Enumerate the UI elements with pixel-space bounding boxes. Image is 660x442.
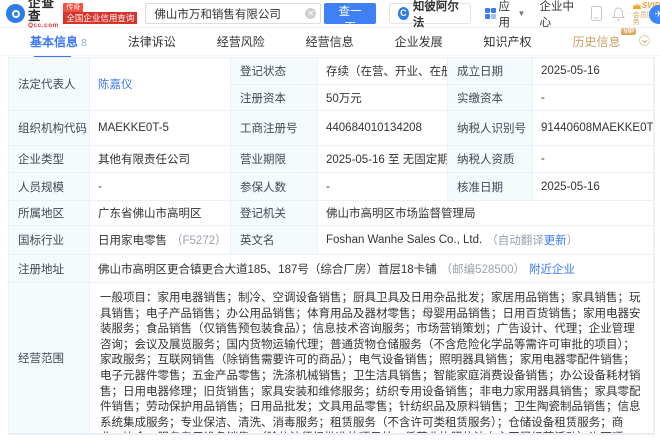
qcc-company-page: 企查查 Qcc.com 传奇 全国企业信用查询 ✕ 查一下 C 知彼阿尔法 应用… [0,0,660,442]
field-label: 法定代表人 [9,58,90,111]
field-label: 纳税人识别号 [448,111,533,146]
field-label: 登记机关 [231,201,318,226]
staff-size-value: - [90,173,231,201]
postcode: （邮编528500） [440,263,526,276]
badge-tag: 传奇 [63,2,84,12]
industry-code: （F5272） [171,235,227,247]
tab-legal-proceedings[interactable]: 法律诉讼 [128,33,176,50]
taxpayer-quality-value: - [533,146,654,173]
field-label: 英文名 [231,226,318,255]
nav-item-zhibi-alpha[interactable]: C 知彼阿尔法 [388,1,471,29]
business-scope-value: 一般项目：家用电器销售；制冷、空调设备销售；厨具卫具及日用杂品批发；家居用品销售… [90,283,654,434]
reg-capital-value: 50万元 [318,85,448,111]
qcc-logo-icon [6,4,25,23]
field-label: 人员规模 [9,173,90,201]
tab-basic-label: 基本信息 [30,35,79,49]
tab-intellectual-property[interactable]: 知识产权 [484,33,532,50]
alpha-label: 知彼阿尔法 [412,0,459,29]
field-label: 组织机构代码 [9,111,90,146]
business-term-value: 2025-05-16 至 无固定期限 [318,146,448,173]
industry-value: 日用家电零售 [98,235,167,247]
badge-slogan: 全国企业信用查询 [63,11,138,25]
brand-slogan-badge: 传奇 全国企业信用查询 [63,2,138,25]
reg-address-cell: 佛山市高明区更合镇更合大道185、187号（综合厂房）首层18卡铺 （邮编528… [90,255,654,283]
org-code-value: MAEKKE0T-5 [90,111,231,146]
crown-icon [632,2,641,9]
field-label: 注册地址 [9,255,90,283]
english-name-value: Foshan Wanhe Sales Co., Ltd. [326,234,483,246]
tab-company-development[interactable]: 企业发展 [395,33,443,50]
basic-info-table: 法定代表人 陈嘉仪 登记状态 存续（在营、开业、在册） 成立日期 2025-05… [8,57,655,435]
nearby-companies-link[interactable]: 附近企业 [529,261,575,277]
insured-count-value: - [318,173,448,201]
field-label: 国标行业 [9,226,90,255]
paid-capital-value: - [533,85,654,111]
field-label: 成立日期 [448,58,533,85]
legal-rep-link[interactable]: 陈嘉仪 [98,76,133,92]
search-input[interactable] [145,3,322,24]
english-name-cell: Foshan Wanhe Sales Co., Ltd. （自动翻译 更新 ） [318,226,654,255]
field-label: 工商注册号 [231,111,318,146]
taxpayer-id-value: 91440608MAEKKE0T5Y [533,111,654,146]
field-label: 核准日期 [448,173,533,201]
tab-operating-info[interactable]: 经营信息 [306,33,354,50]
enterprise-center-label: 企业中心 [539,0,574,29]
auto-translate-note: （自动翻译 [486,235,544,247]
field-label: 经营范围 [9,283,90,434]
section-tabs: 基本信息 8 法律诉讼 经营风险 经营信息 企业发展 知识产权 历史信息 VIP [0,28,660,58]
reg-authority-value: 佛山市高明区市场监督管理局 [318,201,654,226]
field-label: 所属地区 [9,201,90,226]
top-navbar: 企查查 Qcc.com 传奇 全国企业信用查询 ✕ 查一下 C 知彼阿尔法 应用… [0,0,660,34]
reg-number-value: 440684010134208 [318,111,448,146]
apps-grid-icon [484,8,496,19]
apps-label: 应用 [498,0,511,29]
nav-item-apps[interactable]: 应用 ▼ [484,0,526,30]
tab-basic-info[interactable]: 基本信息 8 [30,33,87,58]
mobile-app-icon[interactable] [590,6,602,21]
search-box: ✕ [145,3,322,24]
brand-name: 企查查 [28,0,56,23]
reg-address-value: 佛山市高明区更合镇更合大道185、187号（综合厂房）首层18卡铺 [98,263,437,276]
search-button[interactable]: 查一下 [324,3,376,34]
tab-basic-count: 8 [81,37,87,49]
tab-operating-risk[interactable]: 经营风险 [217,33,265,50]
field-label: 实缴资本 [448,85,533,111]
auto-translate-note-close: ） [566,235,579,247]
legal-rep-cell: 陈嘉仪 [90,58,231,111]
qcc-logo[interactable]: 企查查 Qcc.com [6,0,59,30]
translate-update-link[interactable]: 更新 [544,232,567,248]
vip-badge: VIP [621,28,636,35]
field-label: 注册资本 [231,85,318,111]
field-label: 登记状态 [231,58,318,85]
industry-cell: 日用家电零售 （F5272） [90,226,231,255]
field-label: 参保人数 [231,173,318,201]
field-label: 营业期限 [231,146,318,173]
alpha-logo-icon: C [397,7,409,20]
approval-date-value: 2025-05-16 [533,173,654,201]
history-lock-icon [638,35,650,46]
tab-history-info[interactable]: 历史信息 VIP [572,28,650,50]
nav-item-enterprise-center[interactable]: 企业中心 [539,0,578,30]
region-value: 广东省佛山市高明区 [90,201,231,226]
establish-date-value: 2025-05-16 [533,58,654,85]
reg-status-value: 存续（在营、开业、在册） [318,58,448,85]
notification-bell-icon[interactable] [611,6,625,21]
field-label: 企业类型 [9,146,90,173]
tab-history-label: 历史信息 [572,35,621,49]
chevron-down-icon: ▼ [517,9,526,18]
company-type-value: 其他有限责任公司 [90,146,231,173]
field-label: 纳税人资质 [448,146,533,173]
